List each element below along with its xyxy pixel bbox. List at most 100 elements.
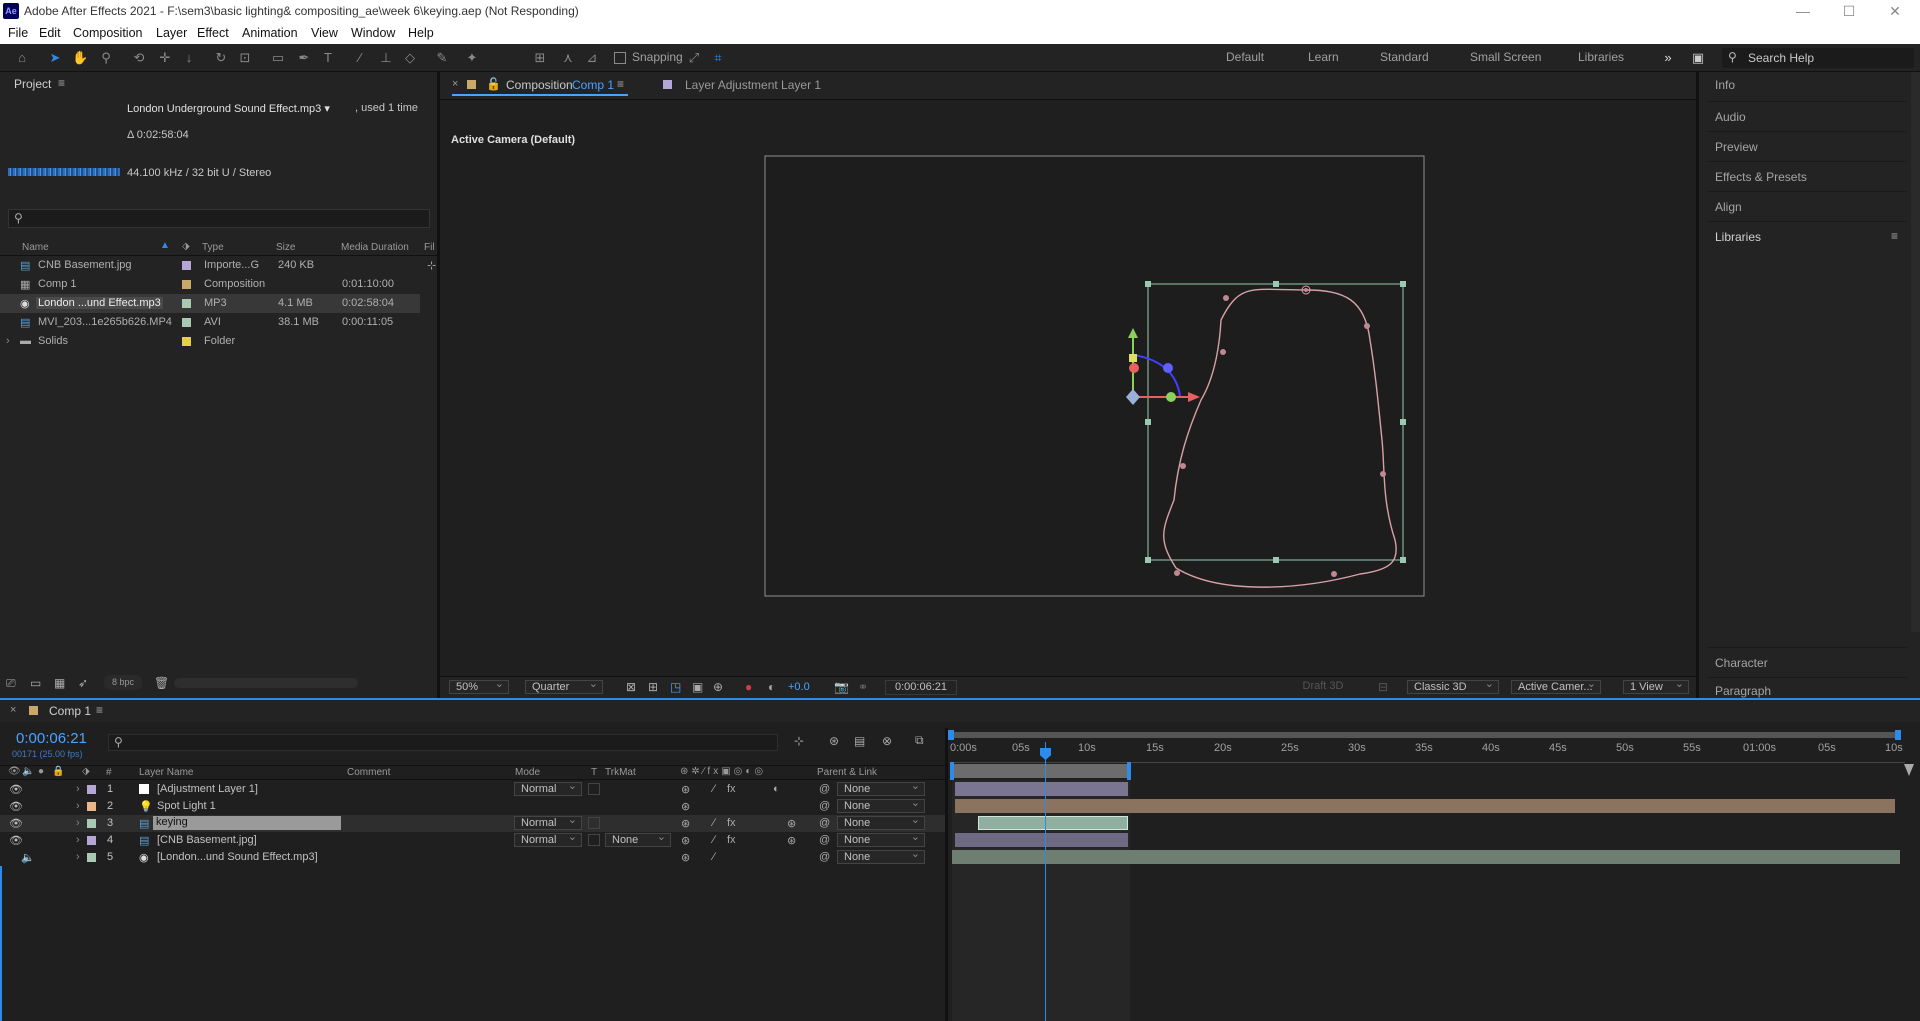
rectangle-tool-icon[interactable]: ▭	[270, 50, 286, 66]
bit-depth-button[interactable]: 8 bpc	[104, 675, 142, 690]
column-comment[interactable]: Comment	[347, 767, 390, 778]
type-tool-icon[interactable]: T	[320, 50, 336, 66]
roto-brush-icon[interactable]: ✎	[434, 50, 450, 66]
column-layer-name[interactable]: Layer Name	[139, 767, 193, 778]
tab-timeline-comp[interactable]: Comp 1	[49, 704, 91, 718]
navigator-start-handle[interactable]	[948, 730, 954, 740]
snap-edges-icon[interactable]: ⤢	[686, 50, 702, 66]
parent-dropdown[interactable]: None	[837, 797, 925, 813]
label-swatch[interactable]	[182, 261, 191, 270]
view-axis-icon[interactable]: ⊿	[584, 50, 600, 66]
workspace-default[interactable]: Default	[1226, 50, 1264, 64]
pick-whip-icon[interactable]: @	[819, 834, 830, 846]
snapping-checkbox[interactable]	[614, 52, 626, 64]
show-snapshot-icon[interactable]: ⚭	[858, 680, 868, 694]
layer-bar-cnb-basement[interactable]	[955, 833, 1128, 847]
track-matte-dropdown[interactable]: None	[605, 831, 671, 847]
effect-switch-icon[interactable]: fx	[727, 834, 736, 846]
search-help-field[interactable]: ⚲ Search Help	[1722, 48, 1914, 68]
label-swatch[interactable]	[182, 337, 191, 346]
draft-3d-toggle[interactable]: Draft 3D	[1288, 680, 1358, 695]
work-area-end[interactable]	[1127, 762, 1131, 780]
libraries-panel-header[interactable]: Libraries ≡	[1707, 222, 1907, 252]
graph-editor-icon[interactable]: ⧉	[915, 733, 924, 748]
mask-visibility-icon[interactable]: ◳	[670, 680, 681, 694]
interpret-footage-icon[interactable]: ⎚	[6, 676, 16, 691]
label-swatch[interactable]	[182, 299, 191, 308]
solo-switch-icon[interactable]: ●	[38, 766, 44, 777]
quality-switch-icon[interactable]: ∕	[713, 851, 715, 863]
local-axis-icon[interactable]: ⊞	[532, 50, 548, 66]
3d-layer-switch-icon[interactable]: ⊛	[787, 817, 796, 830]
column-mode[interactable]: Mode	[515, 767, 540, 778]
layer-search-input[interactable]: ⚲	[108, 734, 778, 751]
menu-layer[interactable]: Layer	[156, 26, 187, 40]
tab-composition-name[interactable]: Comp 1	[572, 78, 614, 92]
quality-switch-icon[interactable]: ∕	[713, 783, 715, 795]
effects-presets-panel-header[interactable]: Effects & Presets	[1707, 162, 1907, 192]
work-area-start[interactable]	[950, 762, 954, 780]
pick-whip-icon[interactable]: @	[819, 851, 830, 863]
project-scrollbar[interactable]	[174, 678, 358, 688]
pick-whip-icon[interactable]: @	[819, 783, 830, 795]
workspace-panel-icon[interactable]: ▣	[1690, 50, 1706, 66]
exposure-value[interactable]: +0.0	[788, 681, 810, 693]
layer-row[interactable]: 👁 › 2 💡 Spot Light 1 ⊛ @ None	[0, 797, 945, 815]
video-eye-icon[interactable]: 👁	[9, 800, 23, 813]
layer-name[interactable]: [Adjustment Layer 1]	[157, 783, 258, 795]
dolly-camera-icon[interactable]: ↓	[181, 50, 197, 66]
timeline-current-time[interactable]: 0:00:06:21	[16, 730, 87, 747]
info-panel-header[interactable]: Info	[1707, 72, 1907, 102]
menu-file[interactable]: File	[8, 26, 28, 40]
expand-arrow-icon[interactable]: ›	[76, 834, 80, 846]
close-icon[interactable]: ✕	[1872, 0, 1918, 24]
adjustment-switch-icon[interactable]: ◐	[773, 783, 780, 795]
parent-dropdown[interactable]: None	[837, 780, 925, 796]
expand-arrow-icon[interactable]: ›	[76, 851, 80, 863]
comp-flowchart-icon[interactable]: ⊹	[794, 734, 804, 748]
column-parent-link[interactable]: Parent & Link	[817, 767, 877, 778]
video-eye-icon[interactable]: 👁	[9, 817, 23, 830]
column-trkmat[interactable]: TrkMat	[605, 767, 636, 778]
layer-row[interactable]: 👁 › 4 ▤ [CNB Basement.jpg] Normal None ⊛…	[0, 831, 945, 849]
new-folder-icon[interactable]: ▭	[30, 676, 41, 690]
pick-whip-icon[interactable]: @	[819, 817, 830, 829]
delete-icon[interactable]: 🗑	[154, 676, 169, 690]
close-tab-icon[interactable]: ×	[452, 78, 458, 90]
expand-arrow-icon[interactable]: ›	[76, 783, 80, 795]
effect-switch-icon[interactable]: fx	[727, 783, 736, 795]
frame-blending-icon[interactable]: ▤	[854, 734, 865, 748]
label-swatch[interactable]	[182, 280, 191, 289]
shy-switch-icon[interactable]: ⊛	[681, 851, 690, 864]
renderer-dropdown[interactable]: Classic 3D	[1407, 678, 1499, 694]
reset-exposure-icon[interactable]: ◐	[768, 680, 775, 694]
layer-row[interactable]: 🔈 › 5 ◉ [London...und Sound Effect.mp3] …	[0, 848, 945, 866]
column-size[interactable]: Size	[276, 242, 295, 253]
blend-mode-dropdown[interactable]: Normal	[514, 780, 582, 796]
fast-preview-icon[interactable]: ⊠	[626, 680, 636, 694]
shy-switch-icon[interactable]: ⊛	[681, 800, 690, 813]
label-swatch[interactable]	[87, 785, 96, 794]
3d-layer-switch-icon[interactable]: ⊛	[787, 834, 796, 847]
flowchart-icon[interactable]: ⊹	[427, 259, 436, 272]
navigator-end-handle[interactable]	[1895, 730, 1901, 740]
view-layout-dropdown[interactable]: 1 View	[1623, 678, 1689, 694]
time-ruler[interactable]: 0:00s 05s 10s 15s 20s 25s 30s 35s 40s 45…	[950, 742, 1905, 762]
project-search-input[interactable]: ⚲	[8, 209, 430, 228]
audio-switch-icon[interactable]: 🔈	[22, 766, 34, 777]
menu-animation[interactable]: Animation	[242, 26, 298, 40]
home-icon[interactable]: ⌂	[14, 50, 30, 66]
effect-switch-icon[interactable]: fx	[727, 817, 736, 829]
column-t[interactable]: T	[591, 767, 597, 778]
workspace-standard[interactable]: Standard	[1380, 50, 1429, 64]
label-column-icon[interactable]: ⬗	[82, 766, 90, 777]
panel-menu-icon[interactable]: ≡	[617, 77, 624, 91]
time-navigator-bar[interactable]	[950, 732, 1900, 738]
preserve-transparency-checkbox[interactable]	[588, 834, 600, 846]
menu-window[interactable]: Window	[351, 26, 395, 40]
layer-name[interactable]: [CNB Basement.jpg]	[157, 834, 257, 846]
expand-arrow-icon[interactable]: ›	[6, 335, 10, 347]
panel-menu-icon[interactable]: ≡	[96, 703, 103, 717]
parent-dropdown[interactable]: None	[837, 814, 925, 830]
timeline-divider[interactable]	[945, 728, 948, 1021]
